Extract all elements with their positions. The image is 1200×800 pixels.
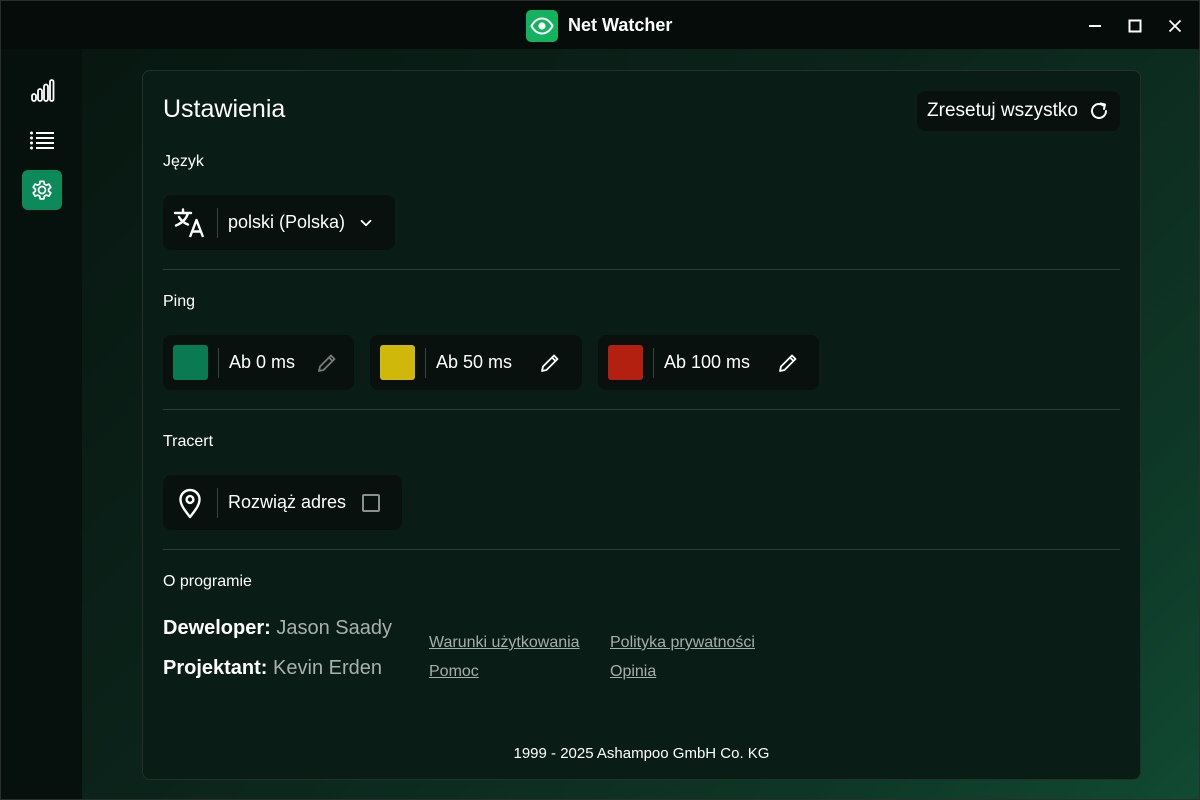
separator bbox=[217, 207, 218, 238]
close-button[interactable] bbox=[1160, 11, 1190, 41]
ping-threshold-label: Ab 0 ms bbox=[229, 352, 296, 372]
resolve-address-option: Rozwiąż adres bbox=[163, 475, 402, 530]
privacy-policy-link[interactable]: Polityka prywatności bbox=[610, 634, 755, 652]
ping-section-label: Ping bbox=[163, 293, 196, 310]
sidebar bbox=[1, 49, 82, 799]
terms-of-use-link[interactable]: Warunki użytkowania bbox=[429, 634, 580, 652]
maximize-icon bbox=[1128, 19, 1142, 33]
language-value: polski (Polska) bbox=[228, 212, 346, 232]
feedback-link[interactable]: Opinia bbox=[610, 663, 656, 681]
separator bbox=[217, 487, 218, 518]
ping-color-swatch[interactable] bbox=[380, 345, 415, 380]
close-icon bbox=[1168, 19, 1182, 33]
pencil-icon bbox=[318, 354, 336, 372]
designer-key: Projektant: bbox=[163, 657, 268, 679]
edit-threshold-button[interactable] bbox=[315, 351, 339, 375]
language-section-label: Język bbox=[163, 153, 204, 170]
ping-color-swatch[interactable] bbox=[173, 345, 208, 380]
settings-panel: Ustawienia Zresetuj wszystko Język polsk… bbox=[142, 70, 1141, 780]
resolve-address-label: Rozwiąż adres bbox=[228, 492, 347, 512]
list-icon bbox=[30, 131, 54, 150]
edit-threshold-button[interactable] bbox=[776, 351, 800, 375]
separator bbox=[653, 347, 654, 378]
ping-threshold-label: Ab 100 ms bbox=[664, 352, 751, 372]
reset-all-label: Zresetuj wszystko bbox=[927, 100, 1078, 121]
separator bbox=[218, 347, 219, 378]
maximize-button[interactable] bbox=[1120, 11, 1150, 41]
refresh-icon bbox=[1091, 102, 1107, 119]
reset-all-button[interactable]: Zresetuj wszystko bbox=[917, 91, 1120, 131]
designer-credit: Projektant: Kevin Erden bbox=[163, 657, 382, 680]
separator bbox=[425, 347, 426, 378]
translate-icon bbox=[173, 207, 205, 237]
location-pin-icon bbox=[179, 488, 201, 518]
copyright-footer: 1999 - 2025 Ashampoo GmbH Co. KG bbox=[513, 745, 770, 762]
sidebar-item-settings[interactable] bbox=[22, 170, 62, 210]
title-bar: Net Watcher bbox=[1, 1, 1199, 49]
language-dropdown[interactable]: polski (Polska) bbox=[163, 195, 395, 250]
ping-color-swatch[interactable] bbox=[608, 345, 643, 380]
help-link[interactable]: Pomoc bbox=[429, 663, 479, 681]
divider bbox=[163, 409, 1120, 410]
page-title: Ustawienia bbox=[163, 95, 286, 123]
minimize-icon bbox=[1089, 25, 1101, 27]
gear-icon bbox=[32, 180, 52, 200]
ping-threshold-2: Ab 100 ms bbox=[598, 335, 819, 390]
sidebar-item-list[interactable] bbox=[22, 120, 62, 160]
eye-icon bbox=[526, 10, 558, 42]
ping-threshold-1: Ab 50 ms bbox=[370, 335, 582, 390]
divider bbox=[163, 549, 1120, 550]
app-title: Net Watcher bbox=[568, 15, 673, 35]
app-window: Net Watcher Ustawienia Zresetuj wszystko… bbox=[0, 0, 1200, 800]
edit-threshold-button[interactable] bbox=[538, 351, 562, 375]
tracert-section-label: Tracert bbox=[163, 433, 214, 450]
developer-key: Deweloper: bbox=[163, 617, 271, 639]
chevron-down-icon bbox=[360, 219, 372, 226]
minimize-button[interactable] bbox=[1080, 11, 1110, 41]
sidebar-item-statistics[interactable] bbox=[22, 71, 62, 111]
resolve-address-checkbox[interactable] bbox=[362, 493, 381, 512]
ping-threshold-0: Ab 0 ms bbox=[163, 335, 354, 390]
bar-chart-icon bbox=[31, 79, 55, 102]
designer-value: Kevin Erden bbox=[273, 657, 382, 679]
developer-value: Jason Saady bbox=[276, 617, 393, 639]
pencil-icon bbox=[779, 354, 797, 372]
ping-threshold-label: Ab 50 ms bbox=[436, 352, 513, 372]
divider bbox=[163, 269, 1120, 270]
pencil-icon bbox=[541, 354, 559, 372]
about-section-label: O programie bbox=[163, 573, 252, 590]
developer-credit: Deweloper: Jason Saady bbox=[163, 617, 392, 640]
